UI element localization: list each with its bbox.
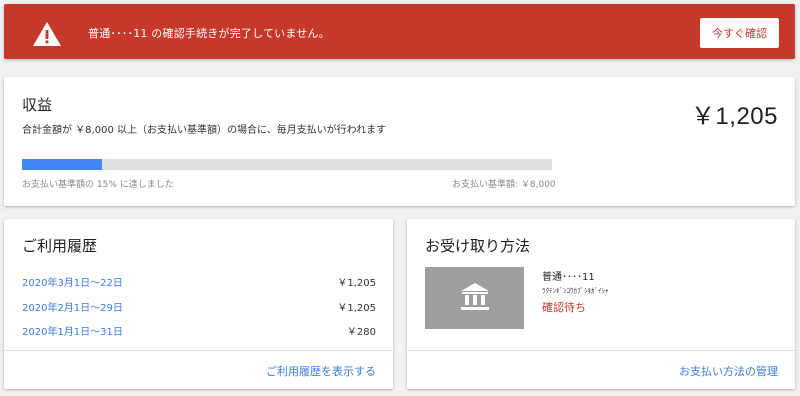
- progress-bar-fill: [22, 159, 102, 170]
- history-period-link[interactable]: 2020年2月1日〜29日: [22, 299, 123, 314]
- card-divider: [4, 350, 393, 351]
- earnings-title: 収益: [22, 96, 53, 114]
- history-amount: ￥1,205: [337, 303, 376, 314]
- account-name: 普通････11: [542, 272, 595, 283]
- bank-account-tile: [425, 267, 524, 329]
- history-period-link[interactable]: 2020年1月1日〜31日: [22, 323, 123, 338]
- earnings-card: 収益 合計金額が ￥8,000 以上（お支払い基準額）の場合に、毎月支払いが行わ…: [4, 77, 795, 206]
- bank-icon: [461, 283, 489, 310]
- earnings-amount: ￥1,205: [690, 103, 778, 130]
- payment-method-title: お受け取り方法: [425, 237, 531, 255]
- usage-history-card: ご利用履歴 2020年3月1日〜22日 ￥1,205 2020年2月1日〜29日…: [4, 219, 393, 389]
- view-history-link[interactable]: ご利用履歴を表示する: [266, 363, 376, 379]
- manage-payment-method-link[interactable]: お支払い方法の管理: [679, 363, 778, 379]
- threshold-label: お支払い基準額: ￥8,000: [452, 180, 556, 190]
- history-row: 2020年2月1日〜29日 ￥1,205: [22, 299, 376, 314]
- payment-method-card: お受け取り方法 普通････11 ﾗｸﾃﾝｷﾞﾝｺｳｶﾌﾞｼｷｶﾞｲｼｬ 確認待…: [407, 219, 795, 389]
- verification-alert-banner: 普通････11 の確認手続きが完了していません。 今すぐ確認: [4, 4, 795, 59]
- alert-message: 普通････11 の確認手続きが完了していません。: [88, 27, 330, 40]
- earnings-subtitle: 合計金額が ￥8,000 以上（お支払い基準額）の場合に、毎月支払いが行われます: [22, 125, 387, 136]
- bank-name: ﾗｸﾃﾝｷﾞﾝｺｳｶﾌﾞｼｷｶﾞｲｼｬ: [542, 287, 609, 295]
- history-amount: ￥280: [346, 327, 376, 338]
- progress-label: お支払い基準額の 15% に達しました: [22, 180, 174, 190]
- verification-status: 確認待ち: [542, 301, 586, 314]
- warning-icon: [33, 22, 61, 46]
- history-title: ご利用履歴: [22, 237, 98, 255]
- history-amount: ￥1,205: [337, 278, 376, 289]
- history-row: 2020年3月1日〜22日 ￥1,205: [22, 274, 376, 289]
- history-period-link[interactable]: 2020年3月1日〜22日: [22, 274, 123, 289]
- payment-threshold-progress-bar: [22, 159, 552, 170]
- card-divider: [407, 350, 795, 351]
- history-row: 2020年1月1日〜31日 ￥280: [22, 323, 376, 338]
- verify-now-button[interactable]: 今すぐ確認: [700, 18, 779, 48]
